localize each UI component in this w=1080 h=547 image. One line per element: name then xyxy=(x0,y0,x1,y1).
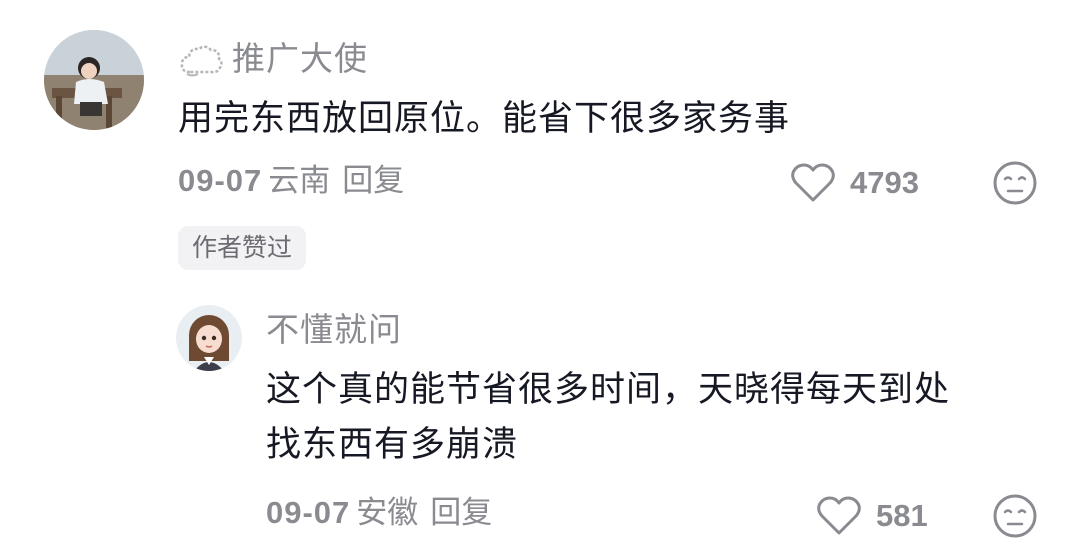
reply-button[interactable]: 回复 xyxy=(342,163,404,199)
comment-line: 这个真的能节省很多时间，天晓得每天到处 xyxy=(266,370,951,410)
cloud-icon xyxy=(178,42,224,78)
reply-button[interactable]: 回复 xyxy=(430,495,492,531)
meh-face-icon[interactable] xyxy=(992,160,1038,206)
like-count: 581 xyxy=(876,498,928,533)
like-button[interactable]: 581 xyxy=(816,496,928,536)
comment-location: 云南 xyxy=(268,163,331,199)
meh-face-icon[interactable] xyxy=(992,493,1038,539)
heart-icon xyxy=(790,163,836,203)
comment-line: 用完东西放回原位。能省下很多家务事 xyxy=(178,99,791,139)
comment-meta: 09-07 安徽 回复 xyxy=(266,497,492,529)
comment-date: 09-07 xyxy=(178,163,263,198)
comment-meta: 09-07 云南 回复 xyxy=(178,165,404,197)
username[interactable]: 不懂就问 xyxy=(266,313,402,346)
comment-date: 09-07 xyxy=(266,495,351,530)
like-count: 4793 xyxy=(850,165,919,200)
heart-icon xyxy=(816,496,862,536)
comment-location: 安徽 xyxy=(356,495,419,531)
avatar[interactable] xyxy=(44,30,144,130)
comment-line: 找东西有多崩溃 xyxy=(266,425,519,465)
username[interactable]: 推广大使 xyxy=(232,42,368,75)
avatar[interactable] xyxy=(176,305,242,371)
author-liked-badge: 作者赞过 xyxy=(178,226,307,270)
comment-text: 这个真的能节省很多时间，天晓得每天到处 找东西有多崩溃 xyxy=(266,363,950,473)
like-button[interactable]: 4793 xyxy=(790,163,919,203)
comment-text: 用完东西放回原位。能省下很多家务事 xyxy=(178,92,790,147)
